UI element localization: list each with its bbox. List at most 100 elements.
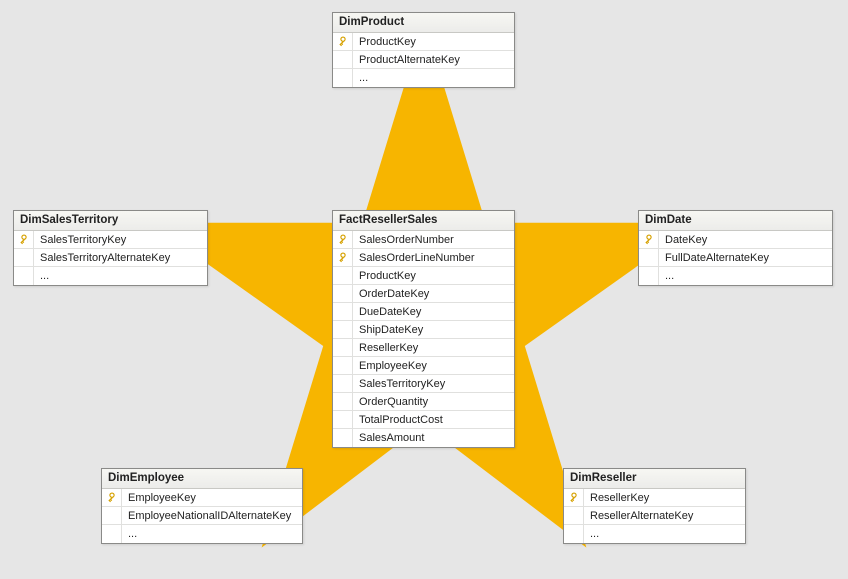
column-name: ...: [353, 72, 374, 84]
row-icon-cell: [333, 429, 353, 447]
row-icon-cell: [333, 51, 353, 68]
table-header: DimProduct: [333, 13, 514, 33]
table-rows: EmployeeKey EmployeeNationalIDAlternateKe…: [102, 489, 302, 543]
column-row[interactable]: ResellerKey: [564, 489, 745, 507]
column-name: EmployeeNationalIDAlternateKey: [122, 510, 297, 522]
column-row[interactable]: ProductKey: [333, 33, 514, 51]
column-name: TotalProductCost: [353, 414, 449, 426]
row-icon-cell: [333, 411, 353, 428]
primary-key-icon: [337, 36, 349, 48]
primary-key-icon: [106, 492, 118, 504]
column-name: EmployeeKey: [353, 360, 433, 372]
row-icon-cell: [102, 489, 122, 506]
primary-key-icon: [18, 234, 30, 246]
row-icon-cell: [333, 33, 353, 50]
column-name: DateKey: [659, 234, 713, 246]
column-row[interactable]: FullDateAlternateKey: [639, 249, 832, 267]
column-row[interactable]: EmployeeKey: [333, 357, 514, 375]
row-icon-cell: [333, 375, 353, 392]
table-header: DimSalesTerritory: [14, 211, 207, 231]
column-row[interactable]: TotalProductCost: [333, 411, 514, 429]
column-name: SalesTerritoryKey: [353, 378, 451, 390]
row-icon-cell: [333, 231, 353, 248]
row-icon-cell: [333, 357, 353, 374]
column-row[interactable]: ...: [639, 267, 832, 285]
table-rows: ProductKey ProductAlternateKey...: [333, 33, 514, 87]
table-dimemployee[interactable]: DimEmployee EmployeeKey EmployeeNationalI…: [101, 468, 303, 544]
table-dimreseller[interactable]: DimReseller ResellerKey ResellerAlternate…: [563, 468, 746, 544]
row-icon-cell: [14, 267, 34, 285]
row-icon-cell: [333, 285, 353, 302]
column-name: SalesAmount: [353, 432, 430, 444]
column-name: SalesOrderLineNumber: [353, 252, 481, 264]
column-name: ...: [584, 528, 605, 540]
table-header: DimReseller: [564, 469, 745, 489]
column-row[interactable]: ShipDateKey: [333, 321, 514, 339]
column-row[interactable]: ResellerKey: [333, 339, 514, 357]
row-icon-cell: [564, 525, 584, 543]
column-row[interactable]: SalesTerritoryKey: [14, 231, 207, 249]
column-name: OrderDateKey: [353, 288, 435, 300]
column-row[interactable]: OrderQuantity: [333, 393, 514, 411]
column-name: FullDateAlternateKey: [659, 252, 775, 264]
column-row[interactable]: OrderDateKey: [333, 285, 514, 303]
primary-key-icon: [568, 492, 580, 504]
row-icon-cell: [639, 249, 659, 266]
row-icon-cell: [333, 321, 353, 338]
table-dimdate[interactable]: DimDate DateKey FullDateAlternateKey...: [638, 210, 833, 286]
column-row[interactable]: DueDateKey: [333, 303, 514, 321]
column-row[interactable]: SalesTerritoryKey: [333, 375, 514, 393]
column-row[interactable]: ...: [14, 267, 207, 285]
column-row[interactable]: SalesAmount: [333, 429, 514, 447]
row-icon-cell: [14, 249, 34, 266]
column-name: ...: [122, 528, 143, 540]
row-icon-cell: [102, 507, 122, 524]
row-icon-cell: [564, 489, 584, 506]
table-dimproduct[interactable]: DimProduct ProductKey ProductAlternateKey…: [332, 12, 515, 88]
row-icon-cell: [333, 249, 353, 266]
column-name: ProductKey: [353, 36, 422, 48]
table-header: FactResellerSales: [333, 211, 514, 231]
column-row[interactable]: SalesOrderNumber: [333, 231, 514, 249]
primary-key-icon: [337, 252, 349, 264]
column-row[interactable]: ...: [102, 525, 302, 543]
table-header: DimEmployee: [102, 469, 302, 489]
column-row[interactable]: DateKey: [639, 231, 832, 249]
column-row[interactable]: EmployeeKey: [102, 489, 302, 507]
row-icon-cell: [333, 267, 353, 284]
row-icon-cell: [639, 267, 659, 285]
table-factresellersales[interactable]: FactResellerSales SalesOrderNumber SalesO…: [332, 210, 515, 448]
column-name: ResellerAlternateKey: [584, 510, 699, 522]
column-row[interactable]: SalesOrderLineNumber: [333, 249, 514, 267]
column-name: ResellerKey: [584, 492, 655, 504]
column-name: SalesTerritoryKey: [34, 234, 132, 246]
column-row[interactable]: ...: [564, 525, 745, 543]
diagram-canvas: DimProduct ProductKey ProductAlternateKey…: [0, 0, 848, 579]
column-name: SalesOrderNumber: [353, 234, 460, 246]
row-icon-cell: [639, 231, 659, 248]
primary-key-icon: [337, 234, 349, 246]
column-name: ...: [659, 270, 680, 282]
column-row[interactable]: ...: [333, 69, 514, 87]
table-rows: DateKey FullDateAlternateKey...: [639, 231, 832, 285]
row-icon-cell: [333, 69, 353, 87]
column-row[interactable]: ProductKey: [333, 267, 514, 285]
column-name: DueDateKey: [353, 306, 427, 318]
column-name: SalesTerritoryAlternateKey: [34, 252, 176, 264]
table-rows: ResellerKey ResellerAlternateKey...: [564, 489, 745, 543]
column-name: ResellerKey: [353, 342, 424, 354]
column-name: ProductAlternateKey: [353, 54, 466, 66]
row-icon-cell: [333, 393, 353, 410]
column-row[interactable]: SalesTerritoryAlternateKey: [14, 249, 207, 267]
column-row[interactable]: ProductAlternateKey: [333, 51, 514, 69]
column-name: OrderQuantity: [353, 396, 434, 408]
column-row[interactable]: EmployeeNationalIDAlternateKey: [102, 507, 302, 525]
table-header: DimDate: [639, 211, 832, 231]
table-dimsalesterritory[interactable]: DimSalesTerritory SalesTerritoryKey Sales…: [13, 210, 208, 286]
column-name: ProductKey: [353, 270, 422, 282]
row-icon-cell: [14, 231, 34, 248]
primary-key-icon: [643, 234, 655, 246]
column-name: ...: [34, 270, 55, 282]
column-row[interactable]: ResellerAlternateKey: [564, 507, 745, 525]
column-name: ShipDateKey: [353, 324, 429, 336]
